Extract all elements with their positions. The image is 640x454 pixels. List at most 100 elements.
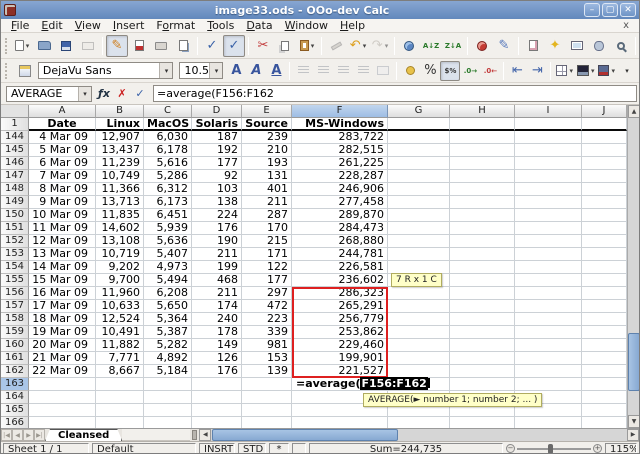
decrease-indent-icon[interactable]: ⇤ bbox=[507, 61, 527, 81]
vertical-scrollbar[interactable]: ▲ ▼ bbox=[627, 105, 639, 428]
cell-E158[interactable]: 223 bbox=[242, 313, 292, 326]
cell-A155[interactable]: 15 Mar 09 bbox=[29, 274, 96, 287]
chevron-down-icon[interactable]: ▾ bbox=[78, 87, 91, 101]
cell-H146[interactable] bbox=[450, 157, 515, 170]
row-header-154[interactable]: 154 bbox=[1, 261, 29, 274]
horizontal-scrollbar-thumb[interactable] bbox=[212, 429, 398, 441]
cell-G166[interactable] bbox=[388, 417, 450, 428]
cell-D162[interactable]: 176 bbox=[192, 365, 242, 378]
cell-D160[interactable]: 149 bbox=[192, 339, 242, 352]
column-header-B[interactable]: B bbox=[96, 105, 144, 118]
cell-F147[interactable]: 228,287 bbox=[292, 170, 388, 183]
cell-E156[interactable]: 297 bbox=[242, 287, 292, 300]
name-box[interactable]: AVERAGE ▾ bbox=[6, 86, 92, 102]
cell-E147[interactable]: 131 bbox=[242, 170, 292, 183]
cell-F163[interactable]: =average(F156:F162 bbox=[292, 378, 388, 391]
row-header-155[interactable]: 155 bbox=[1, 274, 29, 287]
cell-E153[interactable]: 171 bbox=[242, 248, 292, 261]
cell-I161[interactable] bbox=[515, 352, 582, 365]
cell-J155[interactable] bbox=[582, 274, 627, 287]
cell-E155[interactable]: 177 bbox=[242, 274, 292, 287]
cell-B157[interactable]: 10,633 bbox=[96, 300, 144, 313]
cell-A146[interactable]: 6 Mar 09 bbox=[29, 157, 96, 170]
delete-decimal-icon[interactable]: .0← bbox=[480, 61, 500, 81]
cell-G153[interactable] bbox=[388, 248, 450, 261]
cell-I162[interactable] bbox=[515, 365, 582, 378]
cell-E152[interactable]: 215 bbox=[242, 235, 292, 248]
cell-H159[interactable] bbox=[450, 326, 515, 339]
cell-J145[interactable] bbox=[582, 144, 627, 157]
column-header-G[interactable]: G bbox=[388, 105, 450, 118]
cell-A158[interactable]: 18 Mar 09 bbox=[29, 313, 96, 326]
number-percent-icon[interactable]: % bbox=[420, 61, 440, 81]
document-close-icon[interactable]: x bbox=[617, 20, 635, 31]
column-header-C[interactable]: C bbox=[144, 105, 192, 118]
cell-H147[interactable] bbox=[450, 170, 515, 183]
cell-D147[interactable]: 92 bbox=[192, 170, 242, 183]
column-header-E[interactable]: E bbox=[242, 105, 292, 118]
underline-icon[interactable]: A bbox=[266, 61, 286, 81]
cell-I158[interactable] bbox=[515, 313, 582, 326]
minimize-icon[interactable]: – bbox=[584, 3, 600, 17]
insert-mode-indicator[interactable]: INSRT bbox=[199, 443, 235, 454]
cell-E145[interactable]: 210 bbox=[242, 144, 292, 157]
cell-F161[interactable]: 199,901 bbox=[292, 352, 388, 365]
cell-D146[interactable]: 177 bbox=[192, 157, 242, 170]
chevron-down-icon[interactable]: ▾ bbox=[159, 63, 172, 78]
cell-A150[interactable]: 10 Mar 09 bbox=[29, 209, 96, 222]
undo-icon[interactable]: ↶▾ bbox=[347, 35, 369, 57]
cell-G149[interactable] bbox=[388, 196, 450, 209]
cell-I147[interactable] bbox=[515, 170, 582, 183]
edit-file-icon[interactable]: ✎ bbox=[106, 35, 128, 57]
cell-H149[interactable] bbox=[450, 196, 515, 209]
toolbar-grip[interactable] bbox=[5, 63, 11, 79]
bold-icon[interactable]: A bbox=[226, 61, 246, 81]
cell-C149[interactable]: 6,173 bbox=[144, 196, 192, 209]
row-header-150[interactable]: 150 bbox=[1, 209, 29, 222]
gallery-icon[interactable] bbox=[566, 35, 588, 57]
cell-E149[interactable]: 211 bbox=[242, 196, 292, 209]
font-size-select[interactable]: 10.5 ▾ bbox=[179, 62, 223, 79]
cell-D165[interactable] bbox=[192, 404, 242, 417]
cell-A163[interactable] bbox=[29, 378, 96, 391]
cell-B148[interactable]: 11,366 bbox=[96, 183, 144, 196]
cell-F160[interactable]: 229,460 bbox=[292, 339, 388, 352]
cell-J144[interactable] bbox=[582, 131, 627, 144]
cell-H1[interactable] bbox=[450, 118, 515, 131]
cell-J154[interactable] bbox=[582, 261, 627, 274]
close-icon[interactable]: ✕ bbox=[620, 3, 636, 17]
column-header-A[interactable]: A bbox=[29, 105, 96, 118]
cell-D161[interactable]: 126 bbox=[192, 352, 242, 365]
font-color-icon[interactable]: ▾ bbox=[596, 61, 617, 81]
page-preview-icon[interactable] bbox=[172, 35, 194, 57]
column-header-H[interactable]: H bbox=[450, 105, 515, 118]
zoom-in-icon[interactable]: + bbox=[593, 444, 602, 453]
cell-A145[interactable]: 5 Mar 09 bbox=[29, 144, 96, 157]
row-header-145[interactable]: 145 bbox=[1, 144, 29, 157]
cell-E166[interactable] bbox=[242, 417, 292, 428]
cell-B154[interactable]: 9,202 bbox=[96, 261, 144, 274]
cell-C163[interactable] bbox=[144, 378, 192, 391]
cell-C147[interactable]: 5,286 bbox=[144, 170, 192, 183]
cell-I153[interactable] bbox=[515, 248, 582, 261]
cell-G158[interactable] bbox=[388, 313, 450, 326]
copy-icon[interactable] bbox=[274, 35, 296, 57]
cell-D1[interactable]: Solaris bbox=[192, 118, 242, 131]
cell-E146[interactable]: 193 bbox=[242, 157, 292, 170]
cell-D150[interactable]: 224 bbox=[192, 209, 242, 222]
horizontal-scrollbar[interactable]: ◀ ▶ bbox=[199, 429, 639, 441]
menu-tools[interactable]: Tools bbox=[201, 19, 240, 33]
cell-F146[interactable]: 261,225 bbox=[292, 157, 388, 170]
cell-D166[interactable] bbox=[192, 417, 242, 428]
cell-J160[interactable] bbox=[582, 339, 627, 352]
row-header-162[interactable]: 162 bbox=[1, 365, 29, 378]
cell-I146[interactable] bbox=[515, 157, 582, 170]
cell-H155[interactable] bbox=[450, 274, 515, 287]
scroll-down-icon[interactable]: ▼ bbox=[628, 415, 639, 428]
cell-H160[interactable] bbox=[450, 339, 515, 352]
cell-J162[interactable] bbox=[582, 365, 627, 378]
zoom-value[interactable]: 115% bbox=[605, 443, 637, 454]
cell-E154[interactable]: 122 bbox=[242, 261, 292, 274]
cell-B159[interactable]: 10,491 bbox=[96, 326, 144, 339]
cell-I157[interactable] bbox=[515, 300, 582, 313]
